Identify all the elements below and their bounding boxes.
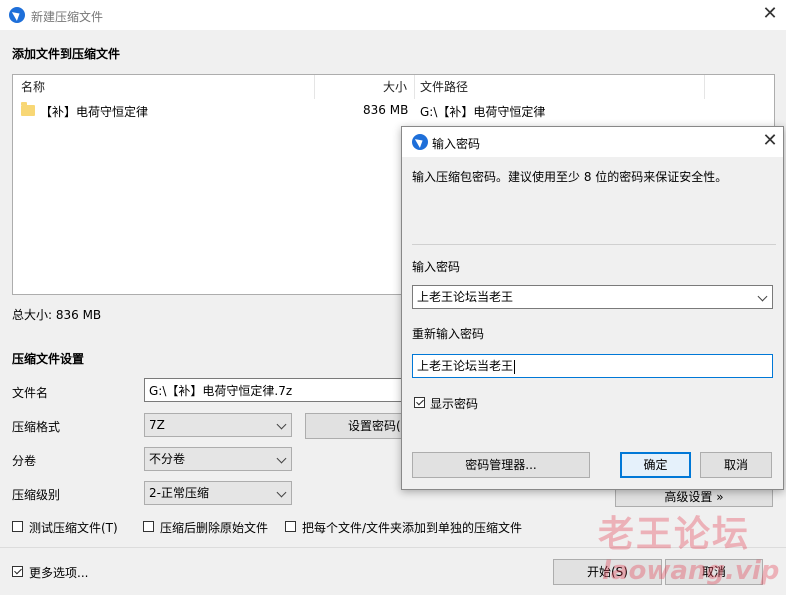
test-archive-label[interactable]: 测试压缩文件(T) bbox=[29, 519, 118, 536]
show-password-checkbox[interactable] bbox=[414, 397, 425, 408]
file-size: 836 MB bbox=[363, 103, 409, 117]
column-header-name[interactable]: 名称 bbox=[21, 75, 45, 99]
confirm-password-label: 重新输入密码 bbox=[412, 327, 485, 341]
settings-section-title: 压缩文件设置 bbox=[12, 352, 85, 366]
password-label: 输入密码 bbox=[412, 260, 461, 274]
ok-button[interactable]: 确定 bbox=[620, 452, 691, 478]
volume-value: 不分卷 bbox=[149, 452, 186, 466]
column-divider[interactable] bbox=[704, 75, 705, 99]
password-manager-button[interactable]: 密码管理器... bbox=[412, 452, 590, 478]
total-size: 总大小: 836 MB bbox=[12, 308, 102, 322]
format-value: 7Z bbox=[149, 418, 165, 432]
dialog-divider bbox=[412, 244, 776, 245]
confirm-password-value: 上老王论坛当老王 bbox=[417, 359, 514, 373]
more-options-checkbox[interactable] bbox=[12, 566, 23, 577]
window-title: 新建压缩文件 bbox=[31, 10, 104, 24]
volume-label: 分卷 bbox=[12, 454, 37, 468]
chevron-down-icon bbox=[276, 419, 287, 430]
password-dialog: 输入密码 ✕ 输入压缩包密码。建议使用至少 8 位的密码来保证安全性。 输入密码… bbox=[401, 126, 784, 490]
app-logo-icon bbox=[412, 134, 428, 150]
column-divider[interactable] bbox=[314, 75, 315, 99]
format-label: 压缩格式 bbox=[12, 420, 61, 434]
column-header-path[interactable]: 文件路径 bbox=[420, 75, 468, 99]
level-value: 2-正常压缩 bbox=[149, 486, 209, 500]
table-row[interactable]: 【补】电荷守恒定律 836 MB G:\【补】电荷守恒定律 bbox=[13, 99, 772, 121]
separate-archives-label[interactable]: 把每个文件/文件夹添加到单独的压缩文件 bbox=[302, 519, 522, 536]
delete-after-checkbox[interactable] bbox=[143, 521, 154, 532]
column-divider[interactable] bbox=[414, 75, 415, 99]
column-header-size[interactable]: 大小 bbox=[383, 75, 407, 99]
watermark-logo: 老王论坛 bbox=[598, 514, 751, 555]
more-options-label[interactable]: 更多选项... bbox=[29, 564, 88, 581]
test-archive-checkbox[interactable] bbox=[12, 521, 23, 532]
delete-after-label[interactable]: 压缩后删除原始文件 bbox=[160, 519, 268, 536]
password-value: 上老王论坛当老王 bbox=[417, 290, 514, 304]
show-password-label[interactable]: 显示密码 bbox=[430, 395, 478, 412]
folder-icon bbox=[21, 102, 35, 116]
file-path: G:\【补】电荷守恒定律 bbox=[420, 105, 546, 119]
files-section-title: 添加文件到压缩文件 bbox=[12, 47, 121, 61]
app-logo-icon bbox=[9, 7, 25, 23]
close-icon[interactable]: ✕ bbox=[760, 5, 780, 23]
file-name: 【补】电荷守恒定律 bbox=[40, 105, 149, 119]
password-input[interactable]: 上老王论坛当老王 bbox=[412, 285, 773, 309]
set-password-button[interactable]: 设置密码(P)... bbox=[305, 413, 402, 439]
watermark-url: laowang.vip bbox=[602, 556, 780, 586]
chevron-down-icon bbox=[276, 453, 287, 464]
chevron-down-icon bbox=[276, 487, 287, 498]
volume-select[interactable]: 不分卷 bbox=[144, 447, 292, 471]
filename-label: 文件名 bbox=[12, 386, 49, 400]
dialog-cancel-button[interactable]: 取消 bbox=[700, 452, 772, 478]
dialog-title: 输入密码 bbox=[432, 137, 481, 151]
format-select[interactable]: 7Z bbox=[144, 413, 292, 437]
chevron-down-icon[interactable] bbox=[757, 291, 768, 302]
password-hint: 输入压缩包密码。建议使用至少 8 位的密码来保证安全性。 bbox=[412, 170, 728, 184]
title-bar: 新建压缩文件 ✕ bbox=[0, 0, 786, 30]
text-caret bbox=[514, 359, 516, 374]
dialog-close-icon[interactable]: ✕ bbox=[760, 132, 780, 150]
dialog-title-bar: 输入密码 ✕ bbox=[402, 127, 783, 157]
filename-input[interactable]: G:\【补】电荷守恒定律.7z bbox=[144, 378, 402, 402]
confirm-password-input[interactable]: 上老王论坛当老王 bbox=[412, 354, 773, 378]
level-select[interactable]: 2-正常压缩 bbox=[144, 481, 292, 505]
separate-archives-checkbox[interactable] bbox=[285, 521, 296, 532]
level-label: 压缩级别 bbox=[12, 488, 61, 502]
